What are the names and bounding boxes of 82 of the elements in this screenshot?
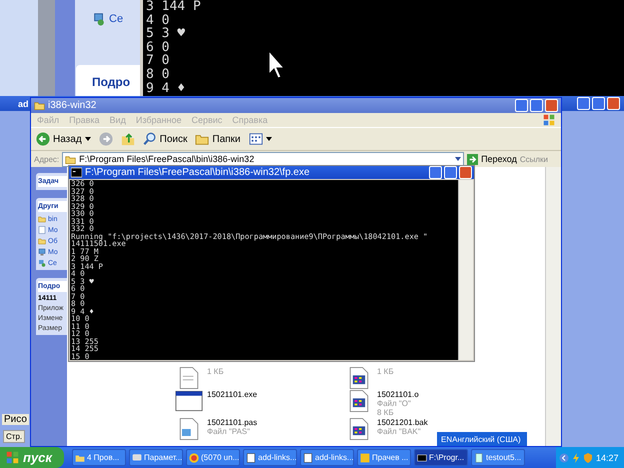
file-type: Файл "PAS" <box>207 427 251 436</box>
folder-icon <box>38 237 46 245</box>
views-button[interactable] <box>246 131 274 147</box>
windows-flag-icon <box>543 114 555 126</box>
folder-icon <box>65 154 76 164</box>
taskbar-button[interactable]: 4 Пров... <box>72 449 126 466</box>
search-button[interactable]: Поиск <box>140 131 190 147</box>
console-line: 9 4 ♦ <box>146 82 186 96</box>
chevron-icon[interactable] <box>559 452 569 462</box>
windows-flag-icon <box>6 451 19 464</box>
start-button[interactable]: пуск <box>0 447 64 468</box>
caret-icon <box>266 137 272 141</box>
file-size: 1 КБ <box>377 367 394 376</box>
window-title: i386-win32 <box>48 100 96 111</box>
file-name[interactable]: 15021101.o <box>377 390 419 399</box>
taskbar-button[interactable]: testout5... <box>471 449 525 466</box>
minimize-button[interactable] <box>429 166 442 179</box>
console-line: 4 0 <box>146 14 170 28</box>
links-label[interactable]: Ссылки <box>520 154 548 164</box>
file-type: Файл "O" <box>377 399 412 408</box>
minimize-button[interactable] <box>515 99 528 112</box>
document-icon <box>38 226 46 234</box>
close-button[interactable] <box>545 99 558 112</box>
taskbar-button[interactable]: add-links... <box>243 449 297 466</box>
taskbar-button[interactable]: (5070 un... <box>186 449 240 466</box>
console-line: 5 3 ♥ <box>146 27 186 41</box>
file-name[interactable]: 15021101.exe <box>207 390 258 399</box>
search-icon <box>142 132 157 146</box>
computer-icon <box>38 248 46 256</box>
network-computer-icon <box>38 259 46 267</box>
task-link[interactable]: Се <box>109 13 124 25</box>
folders-button[interactable]: Папки <box>193 131 242 147</box>
toolbar-label: Рисо <box>2 414 29 425</box>
views-icon <box>248 132 262 146</box>
back-button[interactable]: Назад <box>34 131 93 147</box>
taskbar-button[interactable]: Прачев ... <box>357 449 411 466</box>
scrollbar[interactable] <box>545 167 561 446</box>
folder-up-icon <box>120 132 135 146</box>
caret-icon <box>455 157 462 161</box>
close-button[interactable] <box>607 97 620 110</box>
arrow-icon <box>467 154 478 164</box>
folder-icon <box>38 215 46 223</box>
scrollbar[interactable] <box>458 180 473 360</box>
maximize-button[interactable] <box>530 99 543 112</box>
network-computer-icon <box>92 12 106 26</box>
file-name[interactable]: 15021101.pas <box>207 418 258 427</box>
maximize-button[interactable] <box>592 97 605 110</box>
address-field[interactable]: F:\Program Files\FreePascal\bin\i386-win32 <box>62 152 464 166</box>
window-title: F:\Program Files\FreePascal\bin\i386-win32\fp.exe <box>85 167 310 178</box>
page-button[interactable]: Стр. <box>3 430 26 443</box>
app-icon <box>360 452 370 462</box>
file-icon <box>474 452 484 462</box>
console-line: 8 0 <box>146 68 170 82</box>
speech-bubble-icon <box>132 452 142 462</box>
console-icon <box>417 452 427 462</box>
application-window-icon <box>175 390 203 412</box>
console-line: 7 0 <box>146 54 170 68</box>
file-name[interactable]: 15021201.bak <box>377 418 428 427</box>
console-line: 3 144 P <box>146 0 202 14</box>
details-heading: Подро <box>92 75 130 89</box>
folder-icon <box>75 452 85 462</box>
document-icon <box>303 452 313 462</box>
taskbar-button[interactable]: F:\Progr... <box>414 449 468 466</box>
clock: 14:27 <box>596 452 619 462</box>
file-size: 1 КБ <box>207 367 224 376</box>
taskbar-button[interactable]: add-links... <box>300 449 354 466</box>
language-bar[interactable]: ENАнглийский (США) <box>437 432 527 446</box>
taskbar-button[interactable]: Парамет... <box>129 449 183 466</box>
file-size: 8 КБ <box>377 408 395 417</box>
go-button[interactable]: Переход <box>467 154 517 164</box>
minimize-button[interactable] <box>577 97 590 110</box>
close-button[interactable] <box>459 166 472 179</box>
folder-icon <box>195 132 210 146</box>
file-type: Файл "BAK" <box>377 427 422 436</box>
caret-icon <box>84 137 91 141</box>
console-line: 6 0 <box>146 40 170 54</box>
document-icon <box>246 452 256 462</box>
maximize-button[interactable] <box>444 166 457 179</box>
browser-icon <box>189 452 199 462</box>
folder-icon <box>34 100 45 111</box>
window-title: ad <box>18 98 29 108</box>
address-label: Адрес: <box>34 154 60 164</box>
